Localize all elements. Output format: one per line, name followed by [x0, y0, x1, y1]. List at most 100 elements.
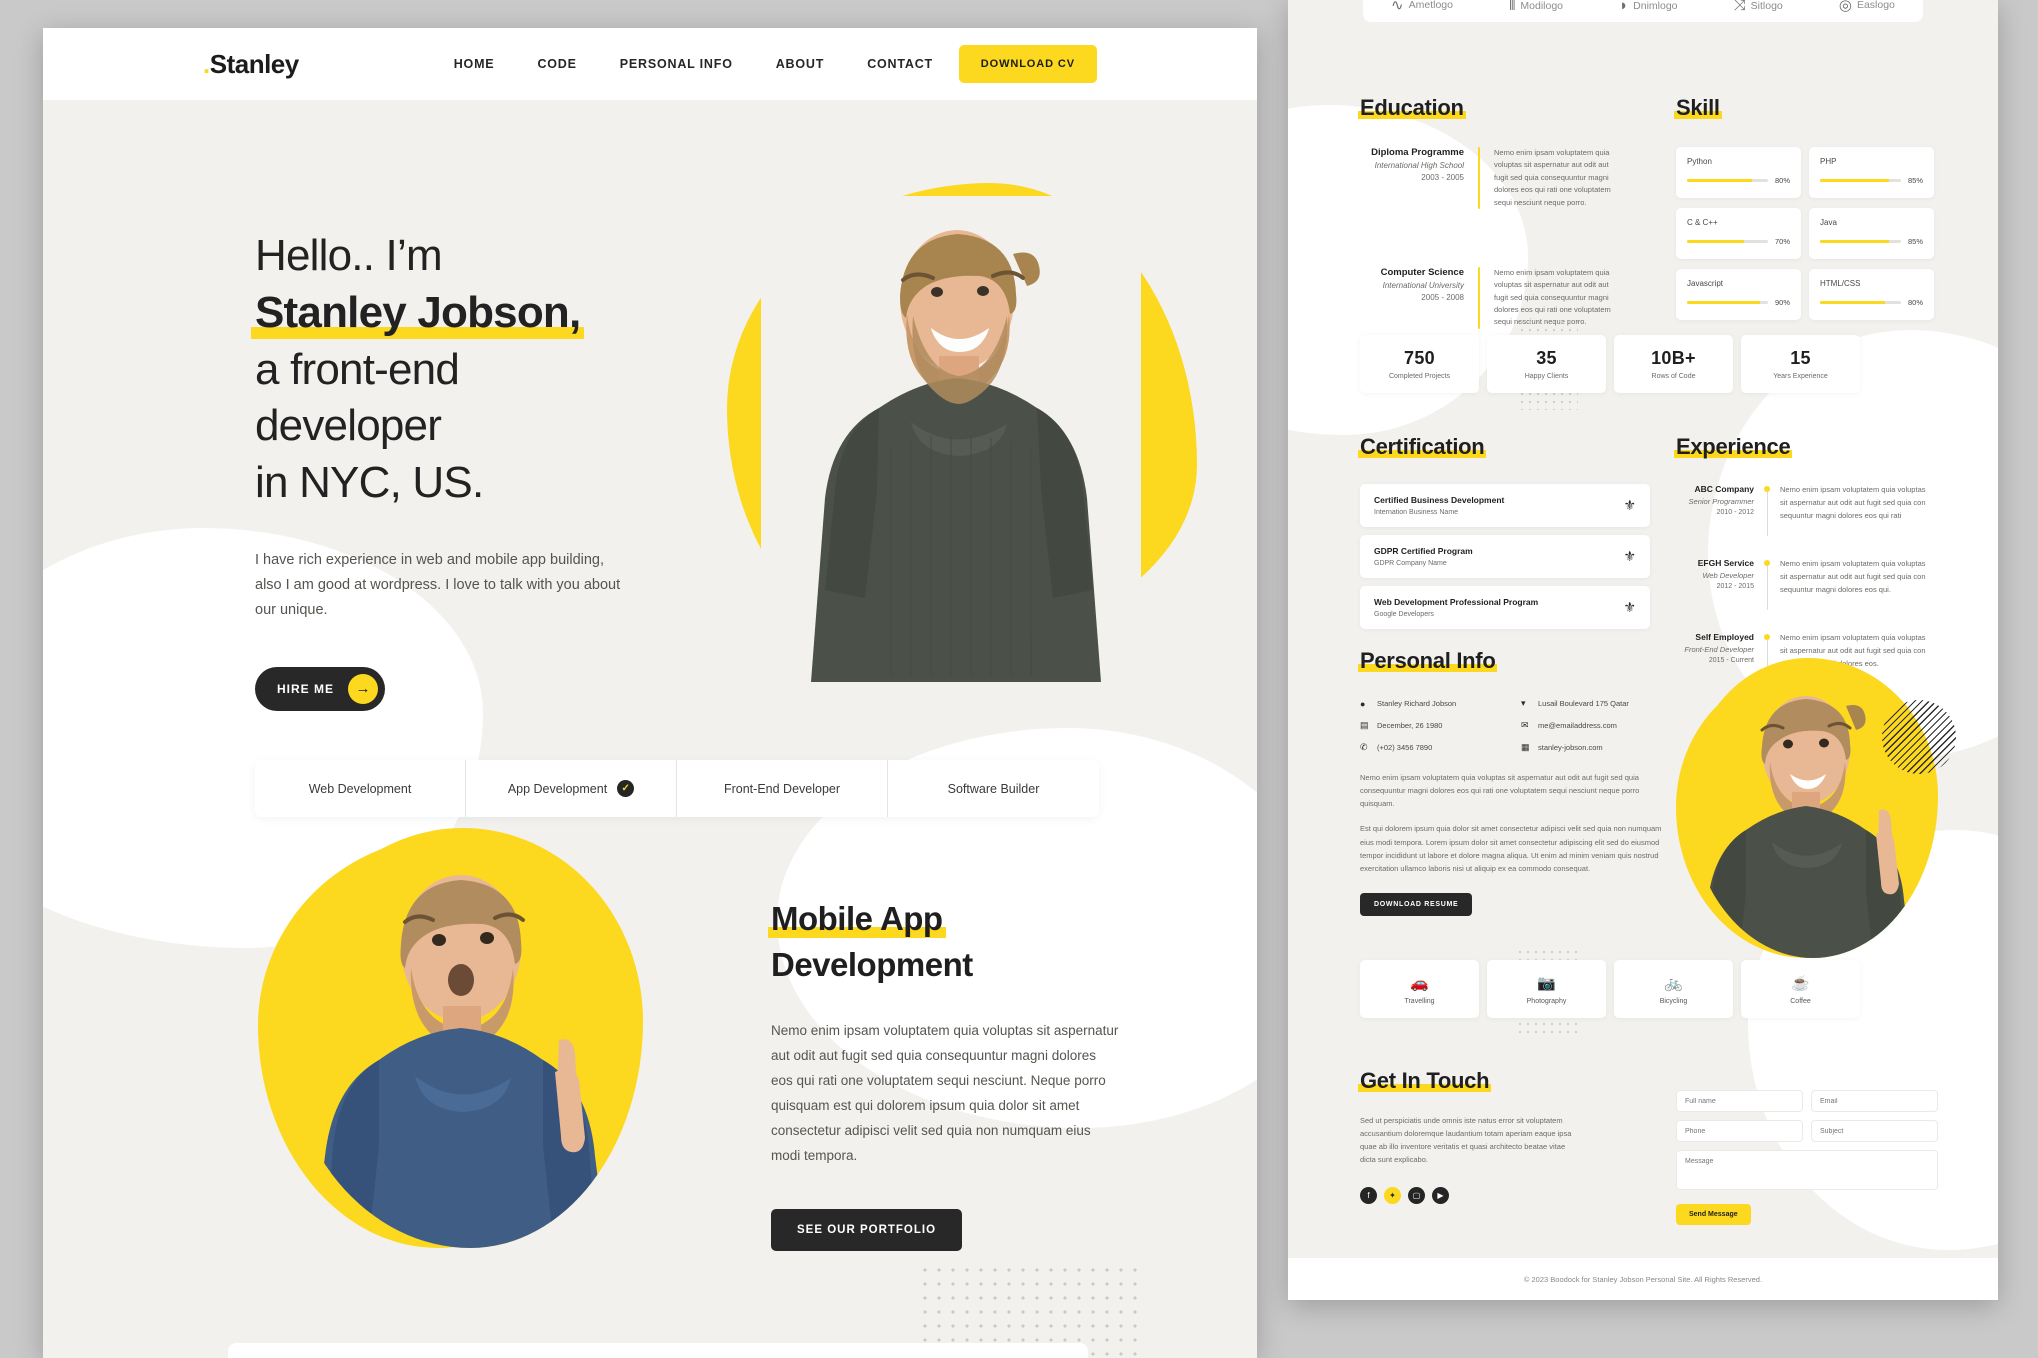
skill-section: Skill Python 80% PHP 85% C & C++ 70% Java 85% Ja…	[1674, 95, 1934, 320]
screenshot-stage: Hello.. I’m Stanley Jobson, a front-end …	[0, 0, 2038, 1358]
sitlogo-icon: ⤨	[1733, 0, 1746, 14]
education-item: Computer Science International Universit…	[1360, 266, 1650, 329]
skill-card: Javascript 90%	[1676, 269, 1801, 320]
site-logo[interactable]: .Stanley	[203, 49, 299, 80]
nav-item-home[interactable]: HOME	[454, 57, 495, 71]
subject-input[interactable]	[1811, 1120, 1938, 1142]
stat-value: 35	[1536, 348, 1557, 368]
facebook-icon[interactable]: f	[1360, 1186, 1377, 1204]
certification-issuer: Internation Business Name	[1374, 509, 1459, 516]
message-textarea[interactable]	[1676, 1150, 1938, 1190]
certification-name: Web Development Professional Program	[1374, 597, 1539, 607]
certification-issuer: GDPR Company Name	[1374, 560, 1447, 567]
modilogo-icon: ⫴	[1509, 0, 1516, 14]
award-icon: ⚜	[1623, 497, 1636, 513]
skill-name: Java	[1820, 218, 1837, 227]
certification-card: Certified Business Development Internatio…	[1360, 484, 1650, 527]
fullname-input[interactable]	[1676, 1090, 1803, 1112]
timeline-line	[1766, 566, 1768, 610]
brand-logo-item: ⤨ Sitlogo	[1734, 0, 1783, 14]
location-icon: ▾	[1521, 698, 1526, 708]
skill-progress-track	[1820, 301, 1901, 304]
personal-info-row: ▤ December, 26 1980	[1360, 720, 1509, 731]
right-page-footer: © 2023 Boodock for Stanley Jobson Person…	[1288, 1258, 1998, 1300]
mobile-title-line-2: Development	[771, 945, 973, 983]
skill-name: Javascript	[1687, 279, 1724, 288]
coffee-icon: ☕	[1791, 974, 1810, 992]
experience-title: Experience	[1673, 434, 1793, 459]
brand-logo-item: ∿ Ametlogo	[1391, 0, 1453, 14]
hero-text-block: Hello.. I’m Stanley Jobson, a front-end …	[250, 228, 685, 711]
service-card-app-development[interactable]: App Development ✓	[466, 760, 677, 817]
camera-icon: 📷	[1537, 974, 1556, 992]
ametlogo-icon: ∿	[1391, 0, 1404, 14]
experience-role: Front-End Developer	[1684, 645, 1754, 654]
twitter-icon[interactable]: ✦	[1384, 1186, 1401, 1204]
personal-info-title: Personal Info	[1357, 648, 1498, 673]
brand-logo-item: ◎ Easlogo	[1839, 0, 1895, 14]
phone-icon: ✆	[1360, 742, 1368, 752]
download-resume-button[interactable]: DOWNLOAD RESUME	[1360, 892, 1473, 916]
experience-item: EFGH Service Web Developer 2012 - 2015 Nemo…	[1676, 558, 1966, 610]
education-name: Computer Science	[1380, 266, 1464, 278]
stat-value: 750	[1404, 348, 1435, 368]
see-portfolio-button[interactable]: SEE OUR PORTFOLIO	[771, 1208, 963, 1251]
nav-item-personal-info[interactable]: PERSONAL INFO	[620, 57, 733, 71]
experience-years: 2010 - 2012	[1716, 509, 1754, 516]
get-in-touch-section: Get In Touch Sed ut perspiciatis unde om…	[1357, 1068, 1650, 1204]
nav-links: HOME CODE PERSONAL INFO ABOUT CONTACT	[454, 57, 933, 71]
get-in-touch-title: Get In Touch	[1357, 1068, 1492, 1093]
hobby-card-photography: 📷 Photography	[1487, 960, 1606, 1018]
arrow-right-icon: →	[348, 673, 379, 704]
personal-info-row: ✆ (+02) 3456 7890	[1360, 742, 1509, 753]
experience-description: Nemo enim ipsam voluptatem quia voluptas…	[1780, 485, 1926, 520]
hobby-card-coffee: ☕ Coffee	[1741, 960, 1868, 1026]
social-links: f ✦ ▢ ▶	[1360, 1186, 1650, 1204]
award-icon: ⚜	[1623, 548, 1636, 564]
download-cv-button[interactable]: DOWNLOAD CV	[958, 45, 1097, 83]
service-label: Software Builder	[947, 781, 1040, 796]
dnimlogo-icon: ◗	[1619, 0, 1629, 14]
personal-info-paragraph-2: Est qui dolorem ipsum quia dolor sit ame…	[1360, 824, 1662, 873]
instagram-icon[interactable]: ▢	[1408, 1186, 1425, 1204]
stat-card-completed-projects: 750 Completed Projects	[1352, 327, 1479, 393]
education-school: International High School	[1374, 161, 1464, 170]
mobile-app-title: Mobile App Development	[768, 896, 1121, 987]
certification-name: GDPR Certified Program	[1374, 546, 1473, 556]
youtube-icon[interactable]: ▶	[1432, 1186, 1449, 1204]
phone-input[interactable]	[1676, 1120, 1803, 1142]
nav-item-contact[interactable]: CONTACT	[867, 57, 933, 71]
services-card-row: Web Development App Development ✓ Front-…	[255, 760, 1099, 817]
left-page: Hello.. I’m Stanley Jobson, a front-end …	[43, 28, 1257, 1358]
bottom-white-card	[228, 1343, 1088, 1358]
stat-label: Years Experience	[1773, 373, 1828, 380]
education-item: Diploma Programme International High Sch…	[1360, 147, 1650, 209]
stat-card-years-experience: 15 Years Experience	[1741, 335, 1868, 401]
skill-progress-track	[1687, 240, 1768, 243]
mail-icon: ✉	[1521, 720, 1529, 730]
hero-portrait-photo	[761, 196, 1141, 682]
skill-card: Java 85%	[1809, 208, 1934, 259]
hero-line-5: in NYC, US.	[255, 458, 484, 507]
service-card-front-end-developer[interactable]: Front-End Developer	[677, 760, 888, 817]
skill-progress-fill	[1820, 179, 1889, 182]
experience-item: ABC Company Senior Programmer 2010 - 2012 N…	[1676, 484, 1966, 536]
experience-section: Experience ABC Company Senior Programmer 2…	[1673, 434, 1966, 684]
skill-percent: 80%	[1907, 298, 1923, 307]
certification-title: Certification	[1357, 434, 1487, 459]
mobile-app-text-block: Mobile App Development Nemo enim ipsam v…	[768, 896, 1121, 1251]
nav-item-code[interactable]: CODE	[537, 57, 576, 71]
hero-line-3: a front-end	[255, 344, 460, 394]
nav-item-about[interactable]: ABOUT	[776, 57, 824, 71]
service-card-web-development[interactable]: Web Development	[255, 760, 466, 817]
service-card-software-builder[interactable]: Software Builder	[888, 760, 1099, 817]
hire-me-label: HIRE ME	[277, 681, 335, 696]
skill-progress-fill	[1687, 301, 1760, 304]
hire-me-button[interactable]: HIRE ME →	[255, 666, 386, 711]
contact-form: Send Message	[1676, 1090, 1938, 1225]
send-message-button[interactable]: Send Message	[1676, 1204, 1751, 1225]
education-years: 2005 - 2008	[1421, 292, 1464, 302]
brand-label: Ametlogo	[1408, 0, 1453, 11]
email-input[interactable]	[1811, 1090, 1938, 1112]
logo-dot-icon: .	[203, 48, 210, 79]
